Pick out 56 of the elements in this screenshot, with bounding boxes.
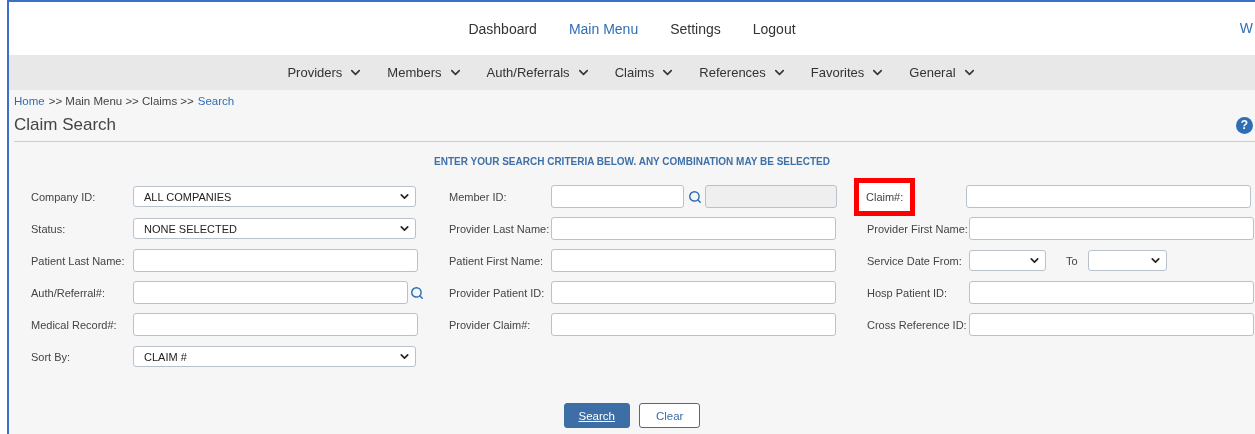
- search-icon[interactable]: [688, 189, 702, 204]
- input-field[interactable]: [969, 281, 1254, 304]
- menu-item[interactable]: Providers: [287, 65, 364, 80]
- input-field[interactable]: [551, 313, 836, 336]
- clear-button[interactable]: Clear: [638, 403, 701, 428]
- breadcrumb-link[interactable]: Home: [14, 95, 45, 107]
- field-label: Hosp Patient ID:: [867, 286, 949, 299]
- field-label: Patient First Name:: [449, 254, 545, 267]
- search-button[interactable]: Search: [563, 403, 630, 428]
- nav-link[interactable]: W: [1239, 20, 1253, 36]
- input-field[interactable]: [966, 185, 1252, 208]
- input-field[interactable]: [133, 281, 408, 304]
- field-label: Provider First Name:: [867, 222, 969, 235]
- help-icon[interactable]: ?: [1236, 116, 1253, 134]
- input-field[interactable]: [969, 217, 1254, 240]
- field-label: Provider Claim#:: [449, 318, 532, 331]
- instructions-text: ENTER YOUR SEARCH CRITERIA BELOW. ANY COMBINATION MAY BE SELECTED: [433, 156, 831, 167]
- nav-link[interactable]: Logout: [752, 20, 796, 37]
- dropdown[interactable]: NONE SELECTED: [133, 218, 416, 239]
- field-label: Service Date From:: [867, 254, 963, 267]
- field-label: Status:: [31, 222, 67, 235]
- menu-item[interactable]: Claims: [614, 65, 676, 80]
- input-field[interactable]: [133, 249, 418, 272]
- input-field[interactable]: [551, 281, 836, 304]
- input-field[interactable]: [551, 249, 836, 272]
- input-field[interactable]: [551, 185, 684, 208]
- field-label: Member ID:: [449, 190, 508, 203]
- field-label: Provider Last Name:: [449, 222, 551, 235]
- dropdown[interactable]: CLAIM #: [133, 346, 416, 367]
- field-label: Medical Record#:: [31, 318, 118, 331]
- menu-item[interactable]: General: [909, 65, 977, 80]
- menu-item[interactable]: Favorites: [810, 65, 886, 80]
- nav-link[interactable]: Main Menu: [568, 20, 639, 37]
- nav-link[interactable]: Settings: [670, 20, 721, 37]
- search-icon[interactable]: [410, 285, 424, 300]
- field-label: Cross Reference ID:: [867, 318, 968, 331]
- input-field[interactable]: [551, 217, 836, 240]
- page-title: Claim Search: [14, 115, 117, 135]
- breadcrumb-link[interactable]: Search: [197, 95, 235, 107]
- menu-item[interactable]: Auth/Referrals: [486, 65, 591, 80]
- field-label: Auth/Referral#:: [31, 286, 106, 299]
- input-field[interactable]: [133, 313, 418, 336]
- dropdown[interactable]: [1087, 250, 1167, 271]
- menu-item[interactable]: References: [699, 65, 787, 80]
- field-label: Sort By:: [31, 350, 72, 363]
- dropdown[interactable]: ALL COMPANIES: [133, 186, 416, 207]
- field-label: Company ID:: [31, 190, 97, 203]
- nav-link[interactable]: Dashboard: [468, 20, 537, 37]
- highlighted-field-label: Claim#:: [854, 177, 916, 216]
- breadcrumb-text: >> Main Menu >> Claims >>: [48, 95, 194, 107]
- dropdown[interactable]: [969, 250, 1046, 271]
- field-label: Provider Patient ID:: [449, 286, 546, 299]
- field-label: To: [1066, 254, 1078, 267]
- menu-item[interactable]: Members: [387, 65, 463, 80]
- field-label: Patient Last Name:: [31, 254, 126, 267]
- input-field[interactable]: [969, 313, 1254, 336]
